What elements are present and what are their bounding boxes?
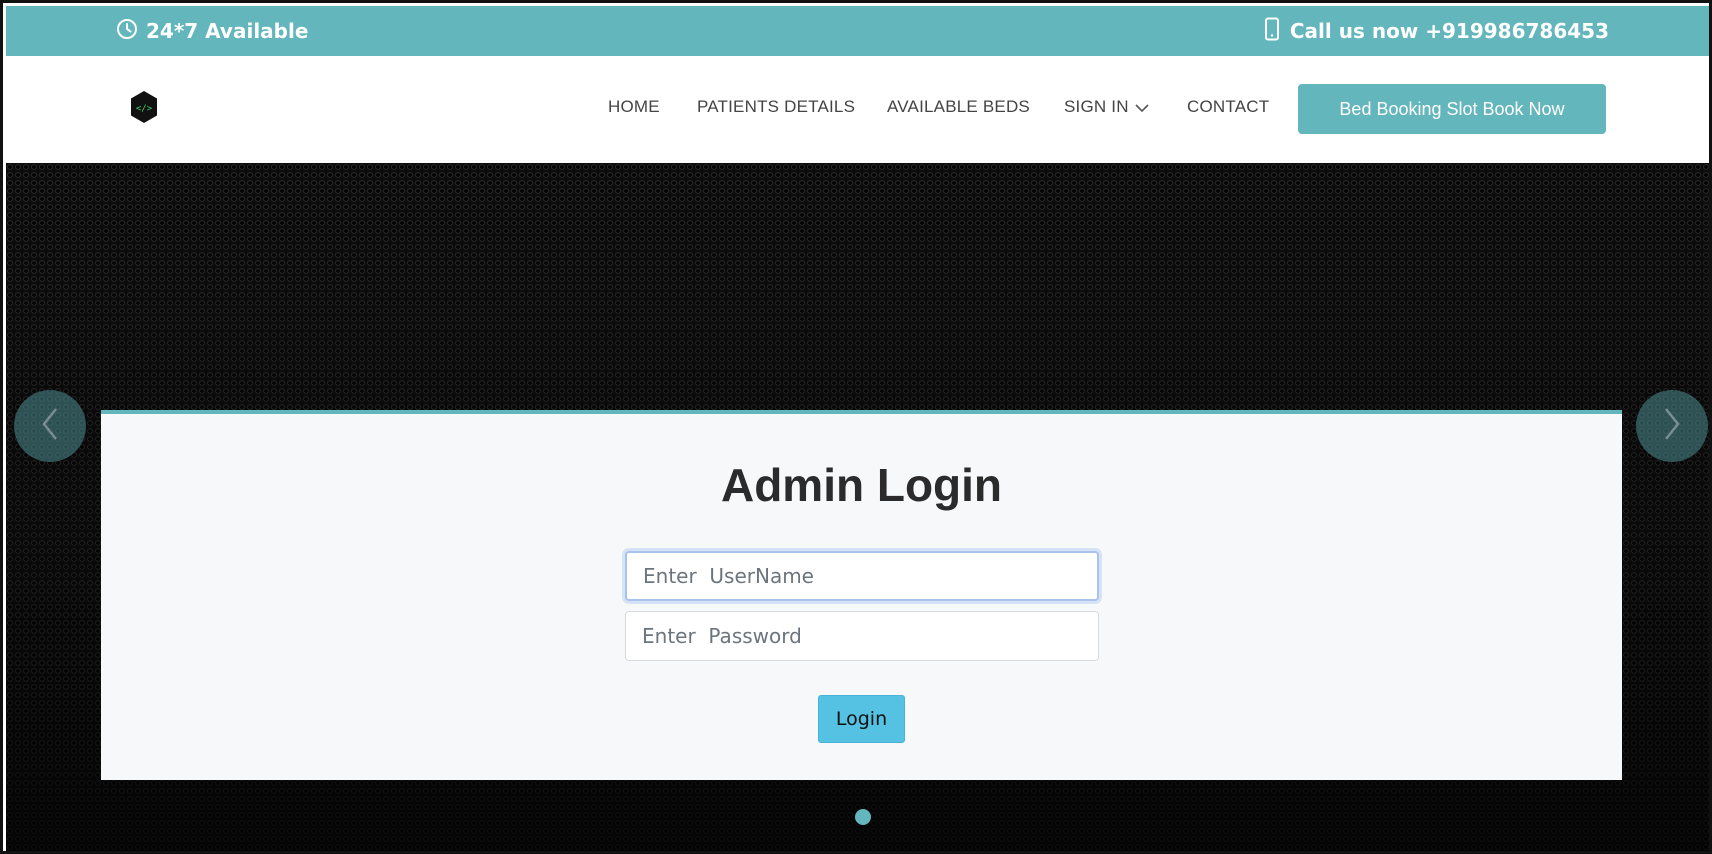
call-info[interactable]: Call us now +919986786453: [1264, 6, 1609, 56]
chevron-down-icon: [1135, 98, 1149, 118]
bed-booking-button[interactable]: Bed Booking Slot Book Now: [1298, 84, 1606, 134]
svg-text:</>: </>: [136, 104, 153, 114]
username-input[interactable]: [625, 551, 1099, 601]
mobile-phone-icon: [1264, 17, 1280, 46]
code-hexagon-logo[interactable]: </>: [129, 90, 159, 124]
login-button[interactable]: Login: [818, 695, 905, 743]
nav-home[interactable]: HOME: [608, 97, 660, 117]
nav-available-beds[interactable]: AVAILABLE BEDS: [887, 97, 1030, 117]
carousel-indicator[interactable]: [855, 809, 871, 825]
browser-viewport: 24*7 Available Call us now +919986786453…: [0, 0, 1712, 854]
top-info-bar: 24*7 Available Call us now +919986786453: [6, 6, 1709, 56]
availability-text: 24*7 Available: [146, 19, 309, 43]
chevron-right-icon: [1661, 406, 1683, 447]
availability-info: 24*7 Available: [116, 6, 308, 56]
nav-sign-in-label: SIGN IN: [1064, 97, 1129, 116]
site-header: </> HOME PATIENTS DETAILS AVAILABLE BEDS…: [6, 56, 1709, 163]
call-text: Call us now +919986786453: [1289, 19, 1609, 43]
carousel-next-button[interactable]: [1636, 390, 1708, 462]
admin-login-card: Admin Login Login: [101, 410, 1622, 780]
nav-patients-details[interactable]: PATIENTS DETAILS: [697, 97, 855, 117]
chevron-left-icon: [39, 406, 61, 447]
page-title: Admin Login: [720, 459, 1003, 511]
nav-sign-in[interactable]: SIGN IN: [1064, 97, 1149, 118]
nav-contact[interactable]: CONTACT: [1187, 97, 1269, 117]
password-input[interactable]: [625, 611, 1099, 661]
carousel-prev-button[interactable]: [14, 390, 86, 462]
hero-carousel: Admin Login Login: [6, 163, 1709, 851]
clock-icon: [116, 18, 138, 45]
